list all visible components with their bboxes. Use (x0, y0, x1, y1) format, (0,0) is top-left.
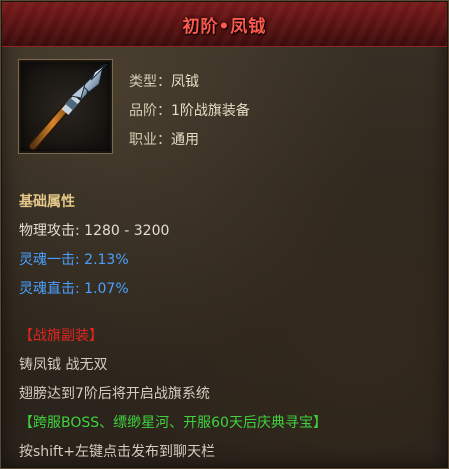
item-icon-slot[interactable] (18, 59, 113, 154)
stat-value: 1280 - 3200 (84, 223, 170, 239)
stat-label: 灵魂直击: (19, 281, 80, 297)
stat-physical-attack: 物理攻击: 1280 - 3200 (19, 220, 169, 240)
type-value: 凤钺 (171, 74, 199, 90)
stat-soul-critical: 灵魂直击: 1.07% (19, 278, 129, 298)
share-hint: 按shift+左键点击发布到聊天栏 (19, 444, 215, 460)
grade-value: 1阶战旗装备 (171, 103, 250, 119)
stat-label: 灵魂一击: (19, 252, 80, 268)
unlock-hint: 翅膀达到7阶后将开启战旗系统 (19, 386, 210, 402)
type-label: 类型： (129, 74, 171, 90)
class-value: 通用 (171, 132, 199, 148)
class-label: 职业： (129, 132, 171, 148)
item-tooltip: 初阶•凤钺 类型：凤钺 品阶：1阶战旗装备 职业：通用 基础属性 物理攻击: 1… (0, 0, 449, 469)
item-type: 类型：凤钺 (129, 71, 199, 91)
item-name: 初阶•凤钺 (182, 17, 267, 37)
flavor-text: 铸凤钺 战无双 (19, 357, 108, 373)
source-hint: 【跨服BOSS、缥缈星河、开服60天后庆典寻宝】 (19, 415, 327, 431)
item-tag: 【战旗副装】 (19, 328, 103, 344)
stat-value: 1.07% (84, 281, 129, 297)
spear-icon (28, 63, 108, 151)
tooltip-header: 初阶•凤钺 (2, 2, 447, 47)
stat-soul-strike: 灵魂一击: 2.13% (19, 249, 129, 269)
section-title-basic: 基础属性 (19, 194, 75, 210)
item-grade: 品阶：1阶战旗装备 (129, 100, 250, 120)
grade-label: 品阶： (129, 103, 171, 119)
item-class: 职业：通用 (129, 129, 199, 149)
stat-label: 物理攻击: (19, 223, 80, 239)
stat-value: 2.13% (84, 252, 129, 268)
